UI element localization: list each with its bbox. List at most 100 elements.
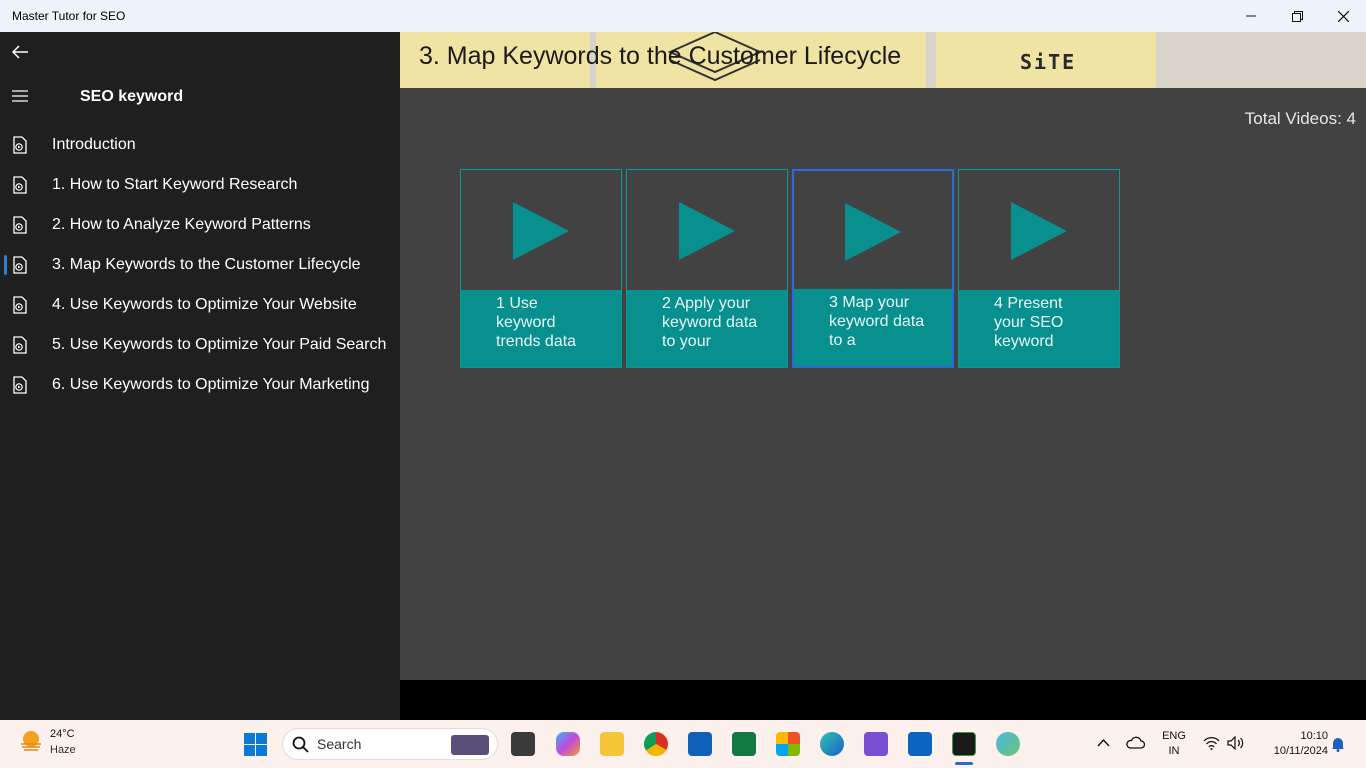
app-title: Master Tutor for SEO bbox=[12, 9, 126, 23]
visual-studio-icon[interactable] bbox=[864, 732, 888, 756]
search-icon bbox=[292, 736, 309, 753]
page-title: 3. Map Keywords to the Customer Lifecycl… bbox=[419, 42, 902, 70]
title-bar: Master Tutor for SEO bbox=[0, 0, 1366, 32]
video-caption-line: 4 Present bbox=[994, 295, 1063, 312]
video-thumbnail bbox=[959, 170, 1119, 291]
weather-widget[interactable]: 24°C Haze bbox=[18, 728, 76, 756]
video-document-icon bbox=[13, 176, 27, 194]
video-document-icon bbox=[13, 136, 27, 154]
video-caption-line: keyword bbox=[496, 314, 556, 331]
video-tile[interactable]: 1 Use keyword trends data bbox=[460, 169, 622, 368]
video-caption: 3 Map your keyword data to a bbox=[794, 289, 952, 366]
nav-item-keyword-research[interactable]: 1. How to Start Keyword Research bbox=[0, 165, 400, 205]
active-app-indicator bbox=[955, 762, 973, 765]
back-arrow-icon bbox=[11, 45, 28, 59]
nav-item-label: 2. How to Analyze Keyword Patterns bbox=[52, 216, 311, 233]
language-code: ENG bbox=[1162, 730, 1186, 742]
maps-icon[interactable] bbox=[996, 732, 1020, 756]
play-icon bbox=[1011, 201, 1067, 260]
video-document-icon bbox=[13, 216, 27, 234]
maximize-icon bbox=[1291, 10, 1303, 22]
minimize-button[interactable] bbox=[1228, 0, 1274, 32]
video-thumbnail bbox=[461, 170, 621, 291]
sidebar-title: SEO keyword bbox=[80, 88, 184, 105]
task-view-icon[interactable] bbox=[511, 732, 535, 756]
video-tile-list: 1 Use keyword trends data 2 Apply your k… bbox=[460, 169, 1124, 368]
total-videos-label: Total Videos: 4 bbox=[1244, 109, 1356, 128]
video-tile-selected[interactable]: 3 Map your keyword data to a bbox=[792, 169, 954, 368]
file-explorer-icon[interactable] bbox=[600, 732, 624, 756]
nav-item-label: 3. Map Keywords to the Customer Lifecycl… bbox=[52, 256, 361, 273]
sidebar: SEO keyword Introduction 1. How to Start… bbox=[0, 32, 400, 720]
nav-item-label: Introduction bbox=[52, 136, 136, 153]
window-controls bbox=[1228, 0, 1366, 32]
outlook-icon[interactable] bbox=[908, 732, 932, 756]
video-document-icon bbox=[13, 296, 27, 314]
chrome-icon[interactable] bbox=[644, 732, 668, 756]
nav-item-keyword-patterns[interactable]: 2. How to Analyze Keyword Patterns bbox=[0, 205, 400, 245]
store-icon[interactable] bbox=[688, 732, 712, 756]
video-thumbnail bbox=[794, 171, 952, 292]
video-document-icon bbox=[13, 336, 27, 354]
maximize-button[interactable] bbox=[1274, 0, 1320, 32]
wifi-icon[interactable] bbox=[1203, 736, 1220, 750]
video-caption-line: your SEO bbox=[994, 314, 1064, 331]
back-button[interactable] bbox=[8, 40, 32, 64]
windows-start-icon[interactable] bbox=[244, 733, 267, 756]
nav-item-optimize-paid-search[interactable]: 5. Use Keywords to Optimize Your Paid Se… bbox=[0, 325, 400, 365]
video-caption: 4 Present your SEO keyword bbox=[959, 290, 1119, 367]
close-icon bbox=[1337, 10, 1349, 22]
hamburger-menu-button[interactable] bbox=[8, 84, 32, 108]
header-banner: SiTE 3. Map Keywords to the Customer Lif… bbox=[400, 32, 1366, 88]
excel-icon[interactable] bbox=[732, 732, 756, 756]
sun-haze-icon bbox=[21, 731, 41, 751]
video-document-icon bbox=[13, 256, 27, 274]
nav-item-optimize-marketing[interactable]: 6. Use Keywords to Optimize Your Marketi… bbox=[0, 365, 400, 405]
main-content: SiTE 3. Map Keywords to the Customer Lif… bbox=[400, 32, 1366, 680]
minimize-icon bbox=[1246, 15, 1256, 17]
nav-item-label: 5. Use Keywords to Optimize Your Paid Se… bbox=[52, 336, 387, 353]
clock-time: 10:10 bbox=[1300, 730, 1328, 742]
nav-item-label: 4. Use Keywords to Optimize Your Website bbox=[52, 296, 357, 313]
notification-bell-icon[interactable] bbox=[1331, 736, 1345, 752]
video-caption-line: to a bbox=[829, 332, 856, 349]
weather-condition: Haze bbox=[50, 744, 76, 756]
video-caption-line: 1 Use bbox=[496, 295, 538, 312]
nav-list: Introduction 1. How to Start Keyword Res… bbox=[0, 125, 400, 405]
video-caption-line: to your bbox=[662, 333, 711, 350]
video-caption-line: trends data bbox=[496, 333, 577, 350]
search-highlight-icon bbox=[451, 735, 489, 755]
master-tutor-app-icon[interactable] bbox=[952, 732, 976, 756]
copilot-icon[interactable] bbox=[556, 732, 580, 756]
video-tile[interactable]: 2 Apply your keyword data to your bbox=[626, 169, 788, 368]
chevron-up-icon[interactable] bbox=[1097, 738, 1110, 747]
video-thumbnail bbox=[627, 170, 787, 291]
onedrive-cloud-icon[interactable] bbox=[1126, 736, 1145, 749]
video-document-icon bbox=[13, 376, 27, 394]
microsoft-icon[interactable] bbox=[776, 732, 800, 756]
video-caption-line: keyword data bbox=[662, 314, 758, 331]
edge-icon[interactable] bbox=[820, 732, 844, 756]
play-icon bbox=[845, 202, 901, 261]
video-caption: 1 Use keyword trends data bbox=[461, 290, 621, 367]
region-code: IN bbox=[1168, 745, 1180, 757]
nav-item-customer-lifecycle[interactable]: 3. Map Keywords to the Customer Lifecycl… bbox=[0, 245, 400, 285]
nav-item-optimize-website[interactable]: 4. Use Keywords to Optimize Your Website bbox=[0, 285, 400, 325]
language-indicator[interactable]: ENG IN bbox=[1159, 729, 1189, 759]
clock-date: 10/11/2024 bbox=[1273, 745, 1328, 757]
nav-item-introduction[interactable]: Introduction bbox=[0, 125, 400, 165]
video-tile[interactable]: 4 Present your SEO keyword bbox=[958, 169, 1120, 368]
bottom-strip bbox=[400, 680, 1366, 720]
volume-icon[interactable] bbox=[1227, 736, 1245, 750]
taskbar-search-box[interactable]: Search bbox=[282, 728, 498, 760]
video-caption-line: keyword data bbox=[829, 313, 925, 330]
search-placeholder: Search bbox=[317, 736, 362, 752]
nav-item-label: 1. How to Start Keyword Research bbox=[52, 176, 298, 193]
play-icon bbox=[513, 201, 569, 260]
weather-temperature: 24°C bbox=[50, 728, 75, 740]
hamburger-icon bbox=[12, 90, 28, 102]
video-caption-line: 3 Map your bbox=[829, 294, 910, 311]
close-button[interactable] bbox=[1320, 0, 1366, 32]
taskbar: 24°C Haze Search ENG IN 10:10 10/11/2024 bbox=[0, 720, 1366, 768]
clock[interactable]: 10:10 10/11/2024 bbox=[1256, 729, 1328, 759]
